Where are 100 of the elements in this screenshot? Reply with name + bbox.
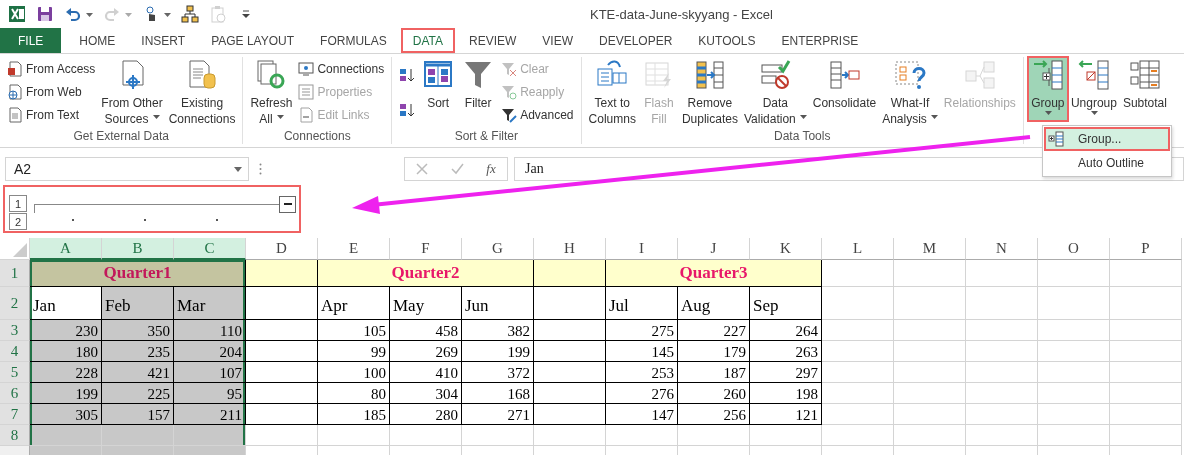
- column-header[interactable]: B: [102, 238, 174, 260]
- row-header[interactable]: 2: [0, 287, 30, 320]
- list-icon: [298, 84, 315, 100]
- subtotal-icon: [1128, 59, 1161, 91]
- table-cell: 228: [30, 362, 102, 383]
- caret-icon: [234, 166, 242, 172]
- ribbon-button[interactable]: From Access: [4, 58, 99, 80]
- save-icon[interactable]: [36, 5, 54, 23]
- name-box[interactable]: A2: [5, 157, 249, 181]
- row-header[interactable]: 5: [0, 362, 30, 383]
- tree-icon[interactable]: [181, 5, 199, 23]
- question-grid-icon: [894, 59, 926, 91]
- empty-cell: [318, 425, 390, 446]
- empty-cell: [1110, 320, 1182, 341]
- consolidate-icon: [828, 59, 861, 91]
- column-header[interactable]: O: [1038, 238, 1110, 260]
- table-cell: 225: [102, 383, 174, 404]
- collapse-button[interactable]: [279, 195, 296, 213]
- ribbon-tab[interactable]: PAGE LAYOUT: [199, 28, 307, 53]
- column-header[interactable]: C: [174, 238, 246, 260]
- empty-cell: [534, 341, 606, 362]
- table-cell: Apr: [318, 287, 390, 320]
- table-cell: 235: [102, 341, 174, 362]
- empty-cell: [966, 260, 1038, 287]
- ribbon-button[interactable]: Filter: [458, 57, 499, 113]
- row-header[interactable]: 4: [0, 341, 30, 362]
- ribbon-button[interactable]: From Web: [4, 81, 99, 103]
- empty-cell: [1038, 320, 1110, 341]
- ribbon-button[interactable]: From Text: [4, 104, 99, 126]
- ribbon-button[interactable]: Existing Connections: [165, 57, 239, 129]
- merged-cell: Quarter2: [318, 260, 534, 287]
- ribbon-tab[interactable]: HOME: [67, 28, 128, 53]
- ribbon-tab[interactable]: DATA: [400, 28, 455, 53]
- column-header[interactable]: A: [30, 238, 102, 260]
- row-header[interactable]: 6: [0, 383, 30, 404]
- text-document-icon: [7, 107, 23, 123]
- column-header[interactable]: M: [894, 238, 966, 260]
- ribbon-button[interactable]: Consolidate: [809, 57, 880, 113]
- table-cell: 168: [462, 383, 534, 404]
- empty-cell: [1110, 404, 1182, 425]
- columns-arrow-icon: [693, 59, 726, 91]
- table-cell: 100: [318, 362, 390, 383]
- empty-cell: [966, 320, 1038, 341]
- caret-icon: [799, 115, 807, 119]
- empty-cell: [534, 425, 606, 446]
- ribbon-tab[interactable]: INSERT: [129, 28, 198, 53]
- ribbon-button[interactable]: Text to Columns: [585, 57, 639, 129]
- empty-cell: [822, 425, 894, 446]
- empty-cell: [894, 383, 966, 404]
- table-cell: 198: [750, 383, 822, 404]
- ribbon-button[interactable]: Connections: [295, 58, 388, 80]
- ribbon-tab[interactable]: FORMULAS: [308, 28, 399, 53]
- ribbon-button[interactable]: Subtotal: [1119, 57, 1170, 113]
- empty-cell: [894, 260, 966, 287]
- empty-cell: [1110, 287, 1182, 320]
- ribbon-tab[interactable]: DEVELOPER: [587, 28, 685, 53]
- ribbon-button[interactable]: Advanced: [498, 104, 577, 126]
- ribbon-tab[interactable]: VIEW: [530, 28, 585, 53]
- outline-level-button[interactable]: 2: [9, 213, 27, 230]
- ribbon-button[interactable]: Ungroup: [1067, 57, 1120, 121]
- menu-item[interactable]: Group...: [1044, 127, 1170, 151]
- ribbon-button[interactable]: Data Validation: [740, 57, 810, 129]
- outline-level-button[interactable]: 1: [9, 195, 27, 212]
- table-cell: 227: [678, 320, 750, 341]
- document-database-icon: [186, 59, 219, 91]
- table-cell: 264: [750, 320, 822, 341]
- table-cell: 107: [174, 362, 246, 383]
- ribbon-tab[interactable]: ENTERPRISE: [769, 28, 871, 53]
- table-cell: 180: [30, 341, 102, 362]
- ribbon-button[interactable]: From Other Sources: [98, 57, 166, 129]
- insert-function-button[interactable]: fx: [486, 161, 496, 177]
- empty-cell: [822, 362, 894, 383]
- empty-cell: [534, 404, 606, 425]
- ribbon-button[interactable]: Group: [1027, 57, 1068, 121]
- row-header[interactable]: 1: [0, 260, 30, 287]
- checkmark-icon[interactable]: [450, 163, 464, 175]
- empty-cell: [966, 425, 1038, 446]
- ribbon-tab[interactable]: KUTOOLS: [686, 28, 768, 53]
- ribbon-button[interactable]: Sort: [418, 57, 459, 113]
- empty-cell: [966, 341, 1038, 362]
- empty-cell: [606, 425, 678, 446]
- table-cell: 187: [678, 362, 750, 383]
- ribbon-button[interactable]: Remove Duplicates: [678, 57, 741, 129]
- column-header[interactable]: L: [822, 238, 894, 260]
- table-cell: 105: [318, 320, 390, 341]
- validation-icon: [759, 59, 792, 91]
- table-cell: 253: [606, 362, 678, 383]
- ribbon-tab[interactable]: FILE: [0, 28, 62, 53]
- ribbon-button[interactable]: What-If Analysis: [879, 57, 941, 129]
- table-cell: 211: [174, 404, 246, 425]
- ribbon-tab[interactable]: REVIEW: [457, 28, 529, 53]
- row-header[interactable]: 3: [0, 320, 30, 341]
- column-header[interactable]: P: [1110, 238, 1182, 260]
- row-header[interactable]: 8: [0, 425, 30, 446]
- table-cell: 147: [606, 404, 678, 425]
- ribbon-button[interactable]: Refresh All: [247, 57, 296, 129]
- row-header[interactable]: 7: [0, 404, 30, 425]
- empty-cell: [822, 287, 894, 320]
- undo-icon[interactable]: [64, 5, 93, 23]
- column-header[interactable]: N: [966, 238, 1038, 260]
